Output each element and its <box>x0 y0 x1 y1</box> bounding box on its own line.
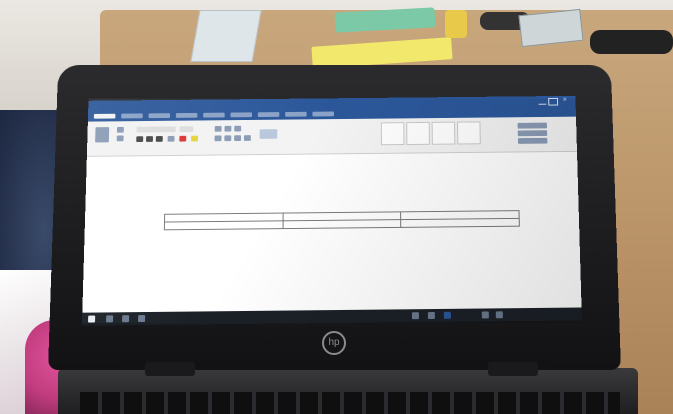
italic-icon[interactable] <box>146 136 153 142</box>
font-name-select[interactable] <box>136 126 175 132</box>
store-icon[interactable] <box>428 312 435 319</box>
start-icon[interactable] <box>88 316 95 323</box>
edge-icon[interactable] <box>138 315 145 322</box>
laptop-hinge-left <box>145 362 195 376</box>
tab-references[interactable] <box>230 112 252 117</box>
laptop-screen: × <box>82 96 582 326</box>
desk-bottle <box>445 10 467 38</box>
tab-design[interactable] <box>176 113 198 118</box>
bullets-icon[interactable] <box>215 126 222 132</box>
style-heading-2[interactable] <box>457 121 481 144</box>
document-page[interactable] <box>82 152 581 313</box>
style-no-spacing[interactable] <box>406 122 430 145</box>
numbering-icon[interactable] <box>224 126 231 132</box>
desk-cable <box>590 30 673 54</box>
document-table <box>164 210 520 230</box>
network-icon[interactable] <box>482 311 489 318</box>
justify-icon[interactable] <box>244 135 251 141</box>
tab-layout[interactable] <box>203 113 225 118</box>
tab-review[interactable] <box>285 112 306 117</box>
align-left-icon[interactable] <box>215 135 222 141</box>
file-explorer-icon[interactable] <box>412 312 419 319</box>
paste-icon[interactable] <box>95 127 109 142</box>
bold-icon[interactable] <box>136 136 143 142</box>
tab-home[interactable] <box>121 113 143 118</box>
minimize-icon[interactable] <box>538 98 546 105</box>
font-size-select[interactable] <box>179 126 193 132</box>
underline-icon[interactable] <box>156 136 163 142</box>
style-heading-1[interactable] <box>432 122 456 145</box>
replace-button[interactable] <box>518 130 547 136</box>
tab-view[interactable] <box>312 112 333 117</box>
task-view-icon[interactable] <box>122 315 129 322</box>
tab-file[interactable] <box>94 114 116 119</box>
table-tools-icon[interactable] <box>260 129 278 139</box>
style-normal[interactable] <box>381 122 405 145</box>
tab-insert[interactable] <box>148 113 170 118</box>
table-cell[interactable] <box>283 220 401 229</box>
cut-icon[interactable] <box>117 127 124 133</box>
align-right-icon[interactable] <box>234 135 241 141</box>
font-color-icon[interactable] <box>179 136 186 142</box>
tab-mailings[interactable] <box>258 112 280 117</box>
select-button[interactable] <box>518 138 547 144</box>
copy-icon[interactable] <box>117 135 124 141</box>
find-button[interactable] <box>518 123 547 129</box>
table-cell[interactable] <box>164 221 282 230</box>
close-icon[interactable]: × <box>563 98 571 104</box>
laptop-keyboard <box>80 392 620 414</box>
highlight-icon[interactable] <box>191 136 198 142</box>
maximize-icon[interactable] <box>548 98 558 106</box>
desk-box <box>190 10 261 62</box>
desk-calculator <box>518 9 583 47</box>
ribbon-toolbar <box>87 117 577 157</box>
word-taskbar-icon[interactable] <box>444 312 451 319</box>
multilevel-list-icon[interactable] <box>234 126 241 132</box>
hp-logo-icon: hp <box>322 331 346 355</box>
laptop-hinge-right <box>488 362 538 376</box>
strikethrough-icon[interactable] <box>168 136 175 142</box>
align-center-icon[interactable] <box>224 135 231 141</box>
photo-scene: hp × <box>0 0 673 414</box>
volume-icon[interactable] <box>496 311 503 318</box>
table-cell[interactable] <box>401 218 519 227</box>
search-icon[interactable] <box>106 315 113 322</box>
